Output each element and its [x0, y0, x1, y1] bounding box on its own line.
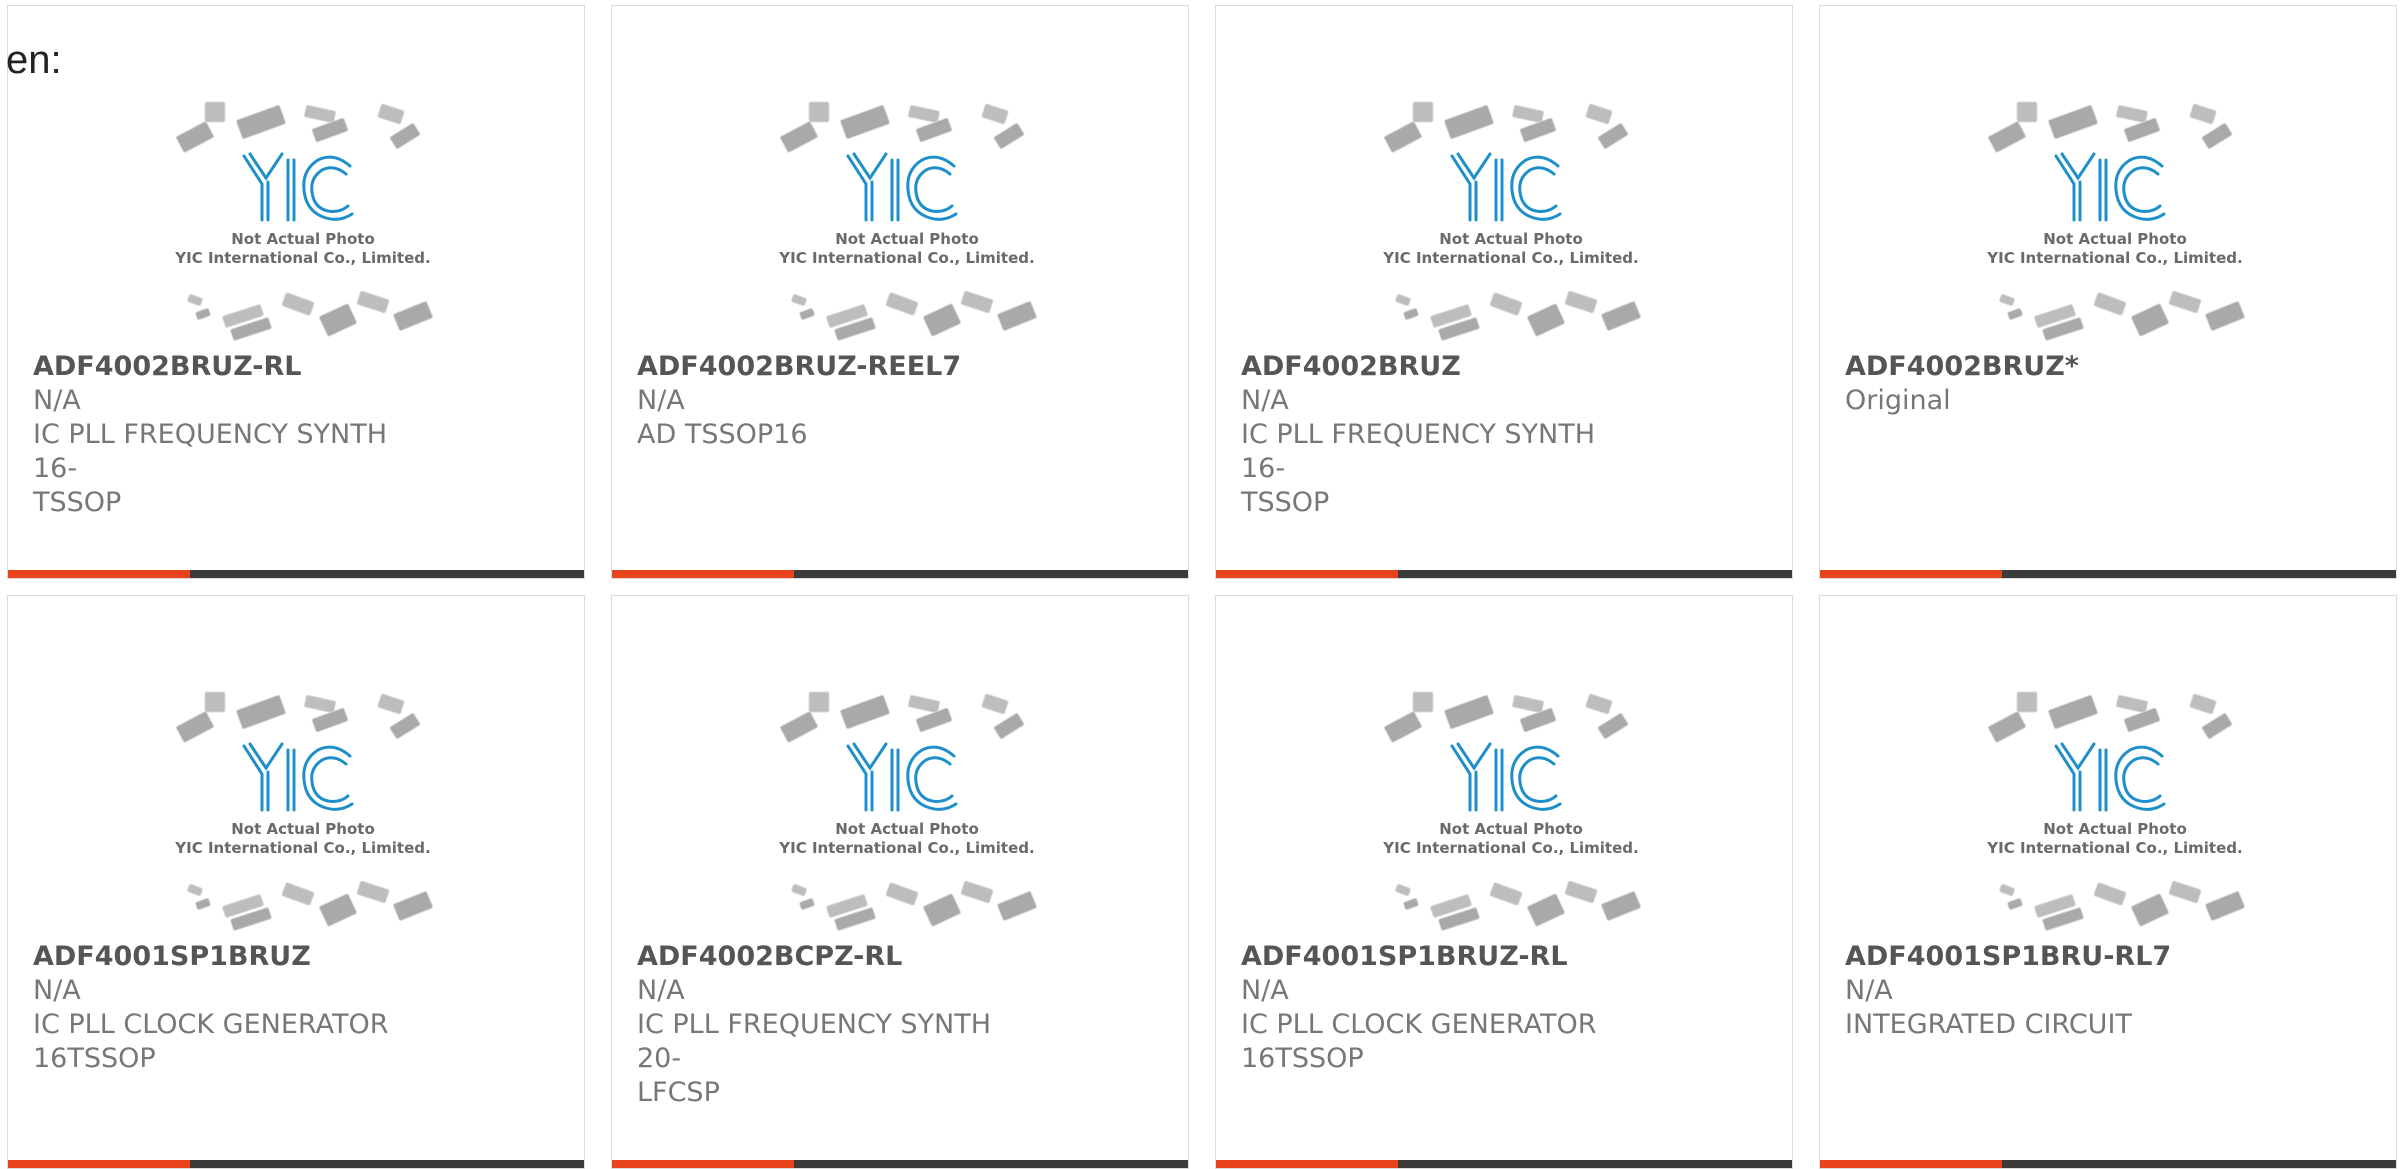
product-description-cont: 16TSSOP: [1241, 1043, 1364, 1074]
product-manufacturer: N/A: [1241, 975, 1289, 1006]
svg-text:YIC International Co., Limited: YIC International Co., Limited.: [1986, 839, 2242, 857]
product-card[interactable]: Not Actual Photo YIC International Co., L…: [611, 5, 1189, 579]
svg-text:YIC International Co., Limited: YIC International Co., Limited.: [778, 249, 1034, 267]
card-accent-bar: [8, 570, 190, 578]
product-placeholder-image: Not Actual PhotoYIC International Co., L…: [174, 691, 433, 931]
product-description-cont: 16TSSOP: [33, 1043, 156, 1074]
svg-text:YIC International Co., Limited: YIC International Co., Limited.: [1382, 839, 1638, 857]
product-part-number[interactable]: ADF4001SP1BRU-RL7: [1845, 940, 2236, 974]
product-part-number[interactable]: ADF4002BRUZ*: [1845, 350, 2236, 384]
svg-text:Not Actual Photo: Not Actual Photo: [1439, 230, 1583, 248]
card-accent-bar: [8, 1160, 190, 1168]
product-placeholder-image: Not Actual PhotoYIC International Co., L…: [1986, 101, 2245, 341]
product-card[interactable]: Not Actual Photo YIC International Co., L…: [1819, 595, 2397, 1169]
product-part-number[interactable]: ADF4002BRUZ-RL: [33, 350, 424, 384]
product-manufacturer: N/A: [637, 975, 685, 1006]
svg-text:YIC International Co., Limited: YIC International Co., Limited.: [174, 839, 430, 857]
card-footer-bar: [1820, 1160, 2396, 1168]
product-card[interactable]: Not Actual Photo YIC International Co., L…: [1215, 595, 1793, 1169]
card-footer-bar: [612, 1160, 1188, 1168]
card-footer-bar: [612, 570, 1188, 578]
card-footer-bar: [1216, 570, 1792, 578]
product-manufacturer: N/A: [1845, 975, 1893, 1006]
svg-text:Not Actual Photo: Not Actual Photo: [2043, 820, 2187, 838]
card-accent-bar: [1820, 570, 2002, 578]
product-description-cont: TSSOP: [1241, 487, 1330, 518]
card-accent-bar: [1216, 570, 1398, 578]
svg-text:Not Actual Photo: Not Actual Photo: [835, 820, 979, 838]
card-footer-bar: [1820, 570, 2396, 578]
product-description: IC PLL FREQUENCY SYNTH 16-: [33, 419, 388, 484]
svg-text:YIC International Co., Limited: YIC International Co., Limited.: [1382, 249, 1638, 267]
product-description: INTEGRATED CIRCUIT: [1845, 1009, 2132, 1040]
product-placeholder-image: Not Actual PhotoYIC International Co., L…: [1382, 101, 1641, 341]
product-manufacturer: N/A: [33, 975, 81, 1006]
product-part-number[interactable]: ADF4002BRUZ-REEL7: [637, 350, 1028, 384]
svg-text:Not Actual Photo: Not Actual Photo: [1439, 820, 1583, 838]
language-label: en:: [6, 38, 62, 82]
card-accent-bar: [1216, 1160, 1398, 1168]
product-description: IC PLL CLOCK GENERATOR: [1241, 1009, 1597, 1040]
product-part-number[interactable]: ADF4002BRUZ: [1241, 350, 1632, 384]
product-description: AD TSSOP16: [637, 419, 808, 450]
product-manufacturer: N/A: [637, 385, 685, 416]
product-card[interactable]: Not Actual Photo YIC International Co., L…: [611, 595, 1189, 1169]
product-description-cont: LFCSP: [637, 1077, 720, 1108]
product-card[interactable]: Not Actual Photo YIC International Co., L…: [7, 5, 585, 579]
svg-text:Not Actual Photo: Not Actual Photo: [2043, 230, 2187, 248]
svg-text:YIC International Co., Limited: YIC International Co., Limited.: [174, 249, 430, 267]
svg-text:Not Actual Photo: Not Actual Photo: [231, 230, 375, 248]
product-card[interactable]: Not Actual Photo YIC International Co., L…: [1215, 5, 1793, 579]
card-accent-bar: [612, 1160, 794, 1168]
product-part-number[interactable]: ADF4001SP1BRUZ-RL: [1241, 940, 1632, 974]
product-manufacturer: N/A: [33, 385, 81, 416]
svg-text:YIC International Co., Limited: YIC International Co., Limited.: [1986, 249, 2242, 267]
product-description: IC PLL FREQUENCY SYNTH 16-: [1241, 419, 1596, 484]
card-footer-bar: [1216, 1160, 1792, 1168]
svg-text:Not Actual Photo: Not Actual Photo: [835, 230, 979, 248]
product-card[interactable]: Not Actual Photo YIC International Co., L…: [1819, 5, 2397, 579]
card-accent-bar: [612, 570, 794, 578]
product-part-number[interactable]: ADF4001SP1BRUZ: [33, 940, 424, 974]
product-manufacturer: Original: [1845, 385, 1951, 416]
product-description-cont: TSSOP: [33, 487, 122, 518]
product-part-number[interactable]: ADF4002BCPZ-RL: [637, 940, 1028, 974]
product-card[interactable]: Not Actual Photo YIC International Co., L…: [7, 595, 585, 1169]
product-placeholder-image: Not Actual PhotoYIC International Co., L…: [778, 691, 1037, 931]
product-manufacturer: N/A: [1241, 385, 1289, 416]
card-footer-bar: [8, 1160, 584, 1168]
product-description: IC PLL CLOCK GENERATOR: [33, 1009, 389, 1040]
product-placeholder-image: Not Actual PhotoYIC International Co., L…: [1986, 691, 2245, 931]
product-description: IC PLL FREQUENCY SYNTH 20-: [637, 1009, 992, 1074]
svg-text:Not Actual Photo: Not Actual Photo: [231, 820, 375, 838]
product-placeholder-image: Not Actual PhotoYIC International Co., L…: [1382, 691, 1641, 931]
card-footer-bar: [8, 570, 584, 578]
product-placeholder-image: Not Actual PhotoYIC International Co., L…: [174, 101, 433, 341]
card-accent-bar: [1820, 1160, 2002, 1168]
product-placeholder-image: Not Actual PhotoYIC International Co., L…: [778, 101, 1037, 341]
svg-text:YIC International Co., Limited: YIC International Co., Limited.: [778, 839, 1034, 857]
